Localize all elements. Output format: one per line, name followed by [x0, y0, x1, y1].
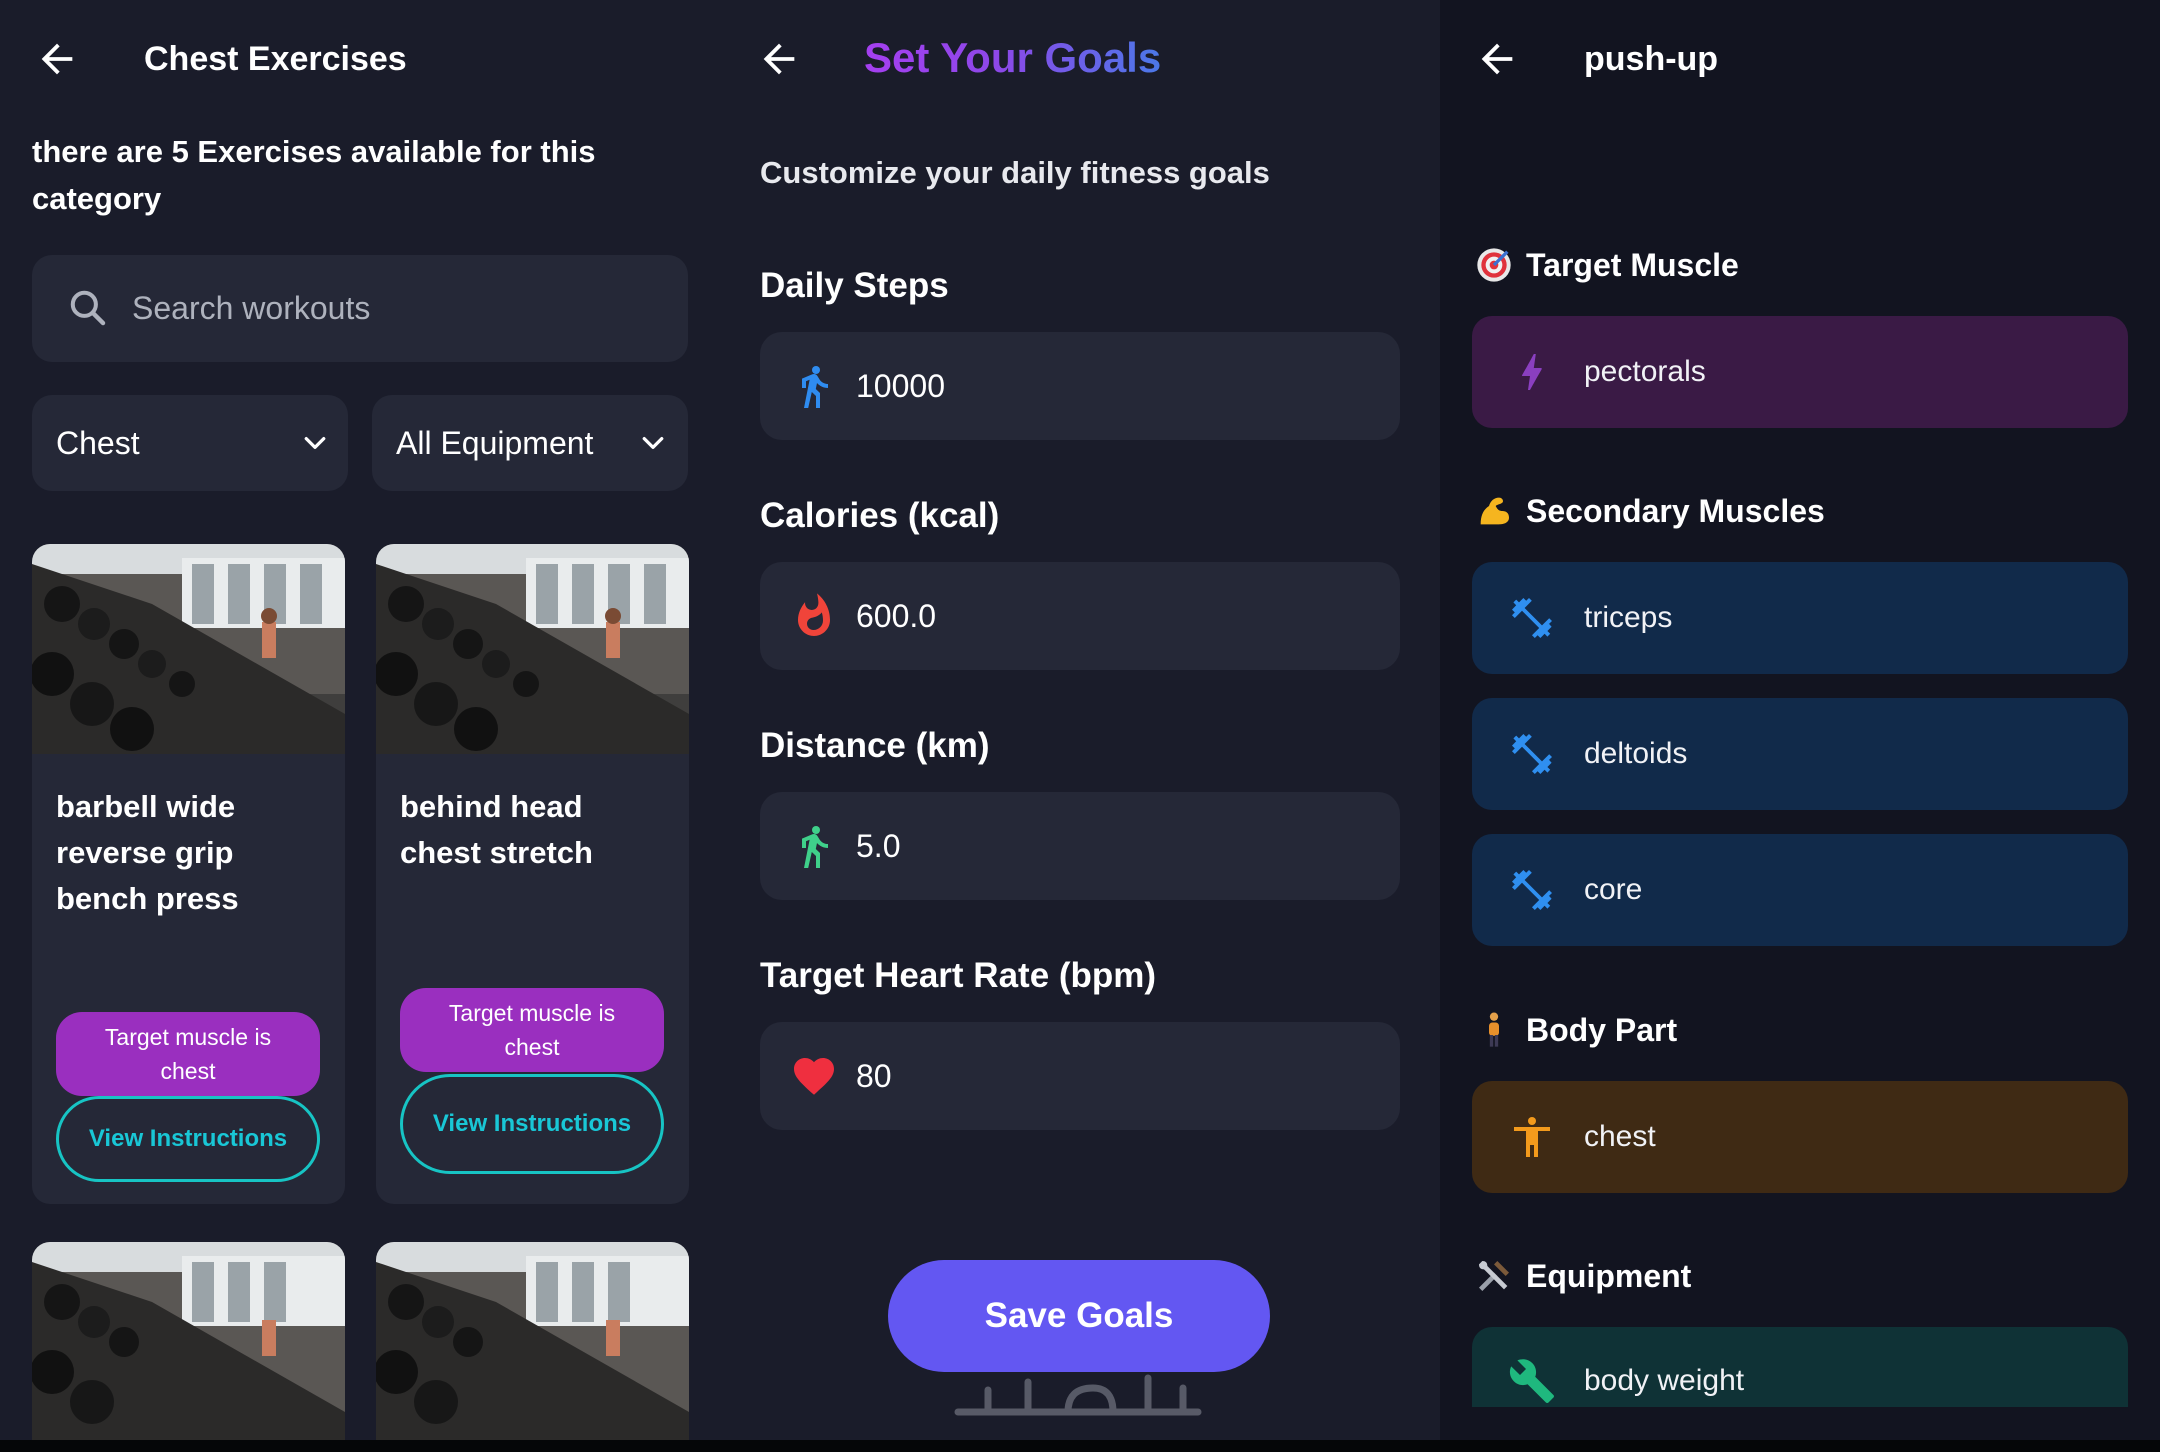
- exercise-image: [32, 544, 345, 754]
- distance-field[interactable]: [760, 792, 1400, 900]
- search-icon: [70, 290, 106, 326]
- lightning-icon: [1522, 354, 1542, 390]
- target-muscle-chip: pectorals: [1472, 316, 2128, 428]
- heart-rate-input[interactable]: [856, 1022, 1376, 1130]
- body-part-chip: chest: [1472, 1081, 2128, 1193]
- body-part-dropdown-value: Chest: [56, 425, 140, 461]
- body-part-heading-text: Body Part: [1526, 1011, 1678, 1048]
- equipment-heading-text: Equipment: [1526, 1257, 1692, 1294]
- body-part-text: chest: [1584, 1120, 1656, 1153]
- walk-icon: [802, 826, 828, 868]
- target-muscle-heading-text: Target Muscle: [1526, 246, 1739, 283]
- view-instructions-button[interactable]: View Instructions: [400, 1074, 664, 1174]
- goals-screen: Set Your Goals Customize your daily fitn…: [718, 0, 1440, 1452]
- save-goals-button[interactable]: Save Goals: [888, 1260, 1270, 1372]
- tools-icon: [1479, 1261, 1509, 1291]
- exercise-card[interactable]: barbell wide reverse grip bench press Ta…: [32, 544, 345, 1204]
- target-muscle-heading: Target Muscle: [1474, 243, 1739, 287]
- secondary-muscle-text: core: [1584, 873, 1643, 906]
- exercise-detail-screen: push-up Target Muscle pectorals Secondar…: [1440, 0, 2160, 1452]
- accessibility-icon: [1514, 1117, 1550, 1157]
- view-instructions-button[interactable]: View Instructions: [56, 1096, 320, 1182]
- app-screens: Chest Exercises there are 5 Exercises av…: [0, 0, 2160, 1452]
- exercise-list-screen: Chest Exercises there are 5 Exercises av…: [0, 0, 718, 1452]
- secondary-muscle-chip: triceps: [1472, 562, 2128, 674]
- secondary-muscle-chip: core: [1472, 834, 2128, 946]
- page-title: Set Your Goals: [864, 32, 1161, 84]
- goals-subtitle: Customize your daily fitness goals: [760, 155, 1270, 190]
- flame-icon: [798, 593, 830, 636]
- exercise-card[interactable]: behind head chest stretch Target muscle …: [376, 544, 689, 1204]
- daily-steps-label: Daily Steps: [760, 266, 949, 305]
- fitness-dumbbell-icon: [1512, 598, 1552, 638]
- equipment-dropdown[interactable]: All Equipment: [372, 395, 688, 491]
- exercise-image: [376, 1242, 689, 1452]
- target-icon: [1477, 248, 1511, 282]
- heart-icon: [794, 1058, 834, 1095]
- heart-rate-field[interactable]: [760, 1022, 1400, 1130]
- back-arrow-icon[interactable]: [756, 36, 802, 82]
- daily-steps-field[interactable]: [760, 332, 1400, 440]
- walk-icon: [802, 366, 828, 408]
- exercise-image: [376, 544, 689, 754]
- flexed-biceps-icon: [1480, 497, 1509, 525]
- calories-label: Calories (kcal): [760, 496, 1000, 535]
- fitness-dumbbell-icon: [1512, 734, 1552, 774]
- bottom-bar: [0, 1440, 2160, 1452]
- equipment-heading: Equipment: [1474, 1254, 1691, 1298]
- page-title: push-up: [1584, 40, 1719, 78]
- watermark-logo: [954, 1374, 1202, 1416]
- secondary-muscles-heading: Secondary Muscles: [1474, 489, 1825, 533]
- exercise-image: [32, 1242, 345, 1452]
- exercise-card[interactable]: [376, 1242, 689, 1452]
- body-part-dropdown[interactable]: Chest: [32, 395, 348, 491]
- calories-input[interactable]: [856, 562, 1376, 670]
- exercise-name: behind head chest stretch: [400, 789, 593, 870]
- equipment-dropdown-value: All Equipment: [396, 425, 594, 461]
- target-muscle-text: pectorals: [1584, 355, 1706, 388]
- distance-input[interactable]: [856, 792, 1376, 900]
- equipment-text: body weight: [1584, 1364, 1745, 1397]
- secondary-muscle-text: triceps: [1584, 601, 1673, 634]
- secondary-muscle-text: deltoids: [1584, 737, 1688, 770]
- chevron-down-icon: [642, 437, 664, 449]
- calories-field[interactable]: [760, 562, 1400, 670]
- chevron-down-icon: [304, 437, 326, 449]
- person-standing-icon: [1489, 1012, 1499, 1047]
- target-muscle-badge: Target muscle is chest: [400, 988, 664, 1072]
- secondary-muscle-chip: deltoids: [1472, 698, 2128, 810]
- fitness-dumbbell-icon: [1512, 870, 1552, 910]
- exercise-card[interactable]: [32, 1242, 345, 1452]
- back-arrow-icon[interactable]: [34, 36, 80, 82]
- search-input[interactable]: [132, 255, 672, 362]
- equipment-chip: body weight: [1472, 1327, 2128, 1407]
- distance-label: Distance (km): [760, 726, 990, 765]
- heart-rate-label: Target Heart Rate (bpm): [760, 956, 1157, 995]
- exercise-name: barbell wide reverse grip bench press: [56, 789, 239, 916]
- back-arrow-icon[interactable]: [1474, 36, 1520, 82]
- page-title: Chest Exercises: [144, 40, 407, 78]
- wrench-icon: [1509, 1359, 1554, 1403]
- daily-steps-input[interactable]: [856, 332, 1376, 440]
- body-part-heading: Body Part: [1474, 1008, 1677, 1052]
- search-bar[interactable]: [32, 255, 688, 362]
- exercise-count-text: there are 5 Exercises available for this…: [32, 134, 596, 216]
- secondary-muscles-heading-text: Secondary Muscles: [1526, 492, 1825, 529]
- target-muscle-badge: Target muscle is chest: [56, 1012, 320, 1096]
